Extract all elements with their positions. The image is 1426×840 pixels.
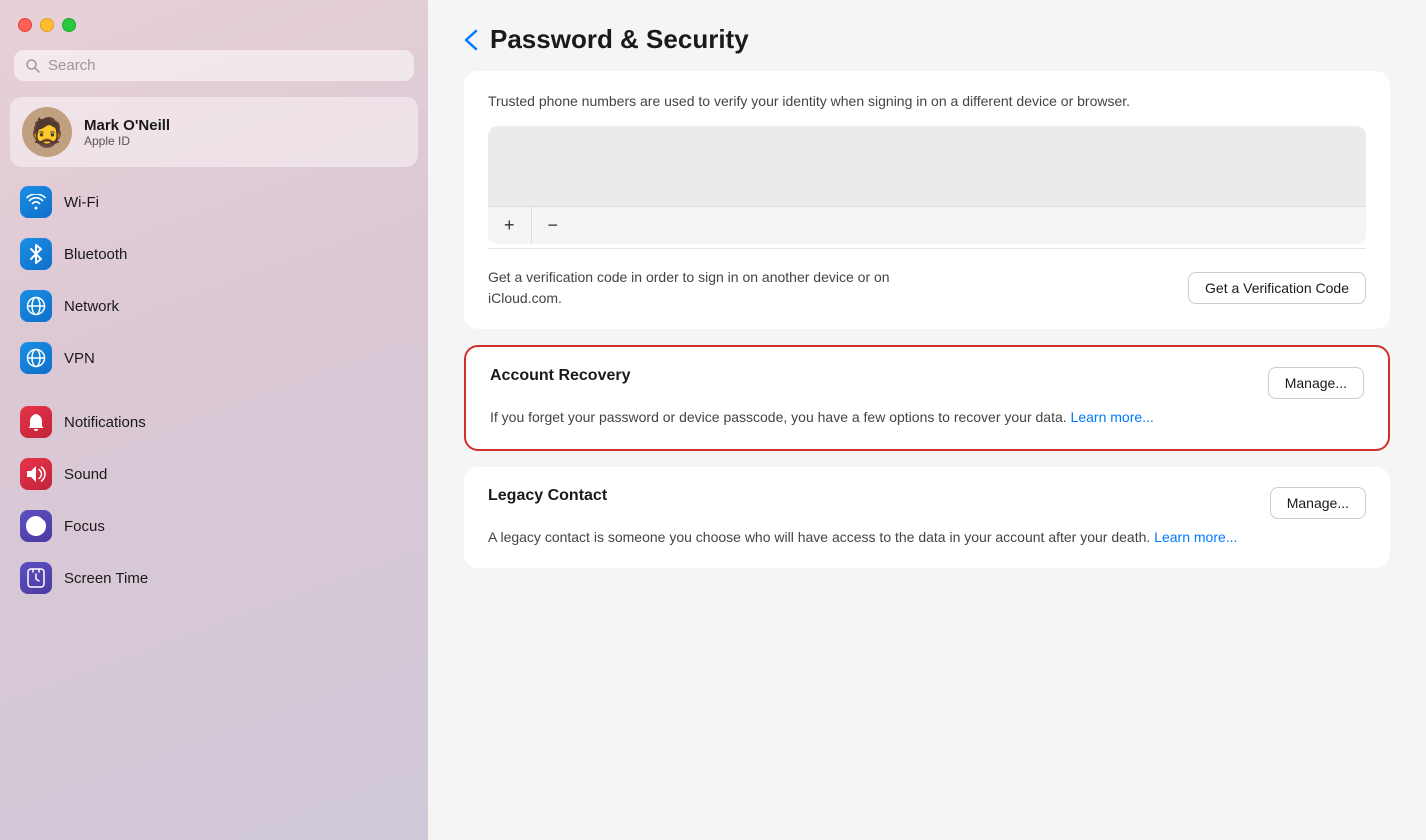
user-subtitle: Apple ID — [84, 134, 170, 148]
sidebar-item-wifi[interactable]: Wi-Fi — [10, 177, 418, 227]
legacy-contact-header: Legacy Contact Manage... — [488, 487, 1366, 519]
screentime-icon — [20, 562, 52, 594]
verification-row: Get a verification code in order to sign… — [488, 248, 1366, 309]
avatar: 🧔 — [22, 107, 72, 157]
user-profile[interactable]: 🧔 Mark O'Neill Apple ID — [10, 97, 418, 167]
sidebar-item-bluetooth-label: Bluetooth — [64, 246, 127, 263]
sidebar-item-network-label: Network — [64, 298, 119, 315]
user-info: Mark O'Neill Apple ID — [84, 117, 170, 148]
sidebar-item-wifi-label: Wi-Fi — [64, 194, 99, 211]
network-icon — [20, 290, 52, 322]
sidebar-list: Wi-Fi Bluetooth Network — [0, 177, 428, 605]
phone-list — [488, 126, 1366, 206]
remove-phone-button[interactable]: − — [532, 207, 575, 244]
main-header: Password & Security — [428, 0, 1426, 71]
account-recovery-header: Account Recovery Manage... — [490, 367, 1364, 399]
content-area: Trusted phone numbers are used to verify… — [428, 71, 1426, 620]
sound-icon — [20, 458, 52, 490]
trusted-phone-section: Trusted phone numbers are used to verify… — [464, 71, 1390, 329]
search-bar[interactable]: Search — [14, 50, 414, 81]
legacy-contact-body: A legacy contact is someone you choose w… — [488, 527, 1366, 549]
account-recovery-section: Account Recovery Manage... If you forget… — [464, 345, 1390, 451]
main-content: Password & Security Trusted phone number… — [428, 0, 1426, 840]
account-recovery-manage-button[interactable]: Manage... — [1268, 367, 1364, 399]
sidebar-item-sound[interactable]: Sound — [10, 449, 418, 499]
sidebar-item-notifications[interactable]: Notifications — [10, 397, 418, 447]
user-name: Mark O'Neill — [84, 117, 170, 134]
search-icon — [26, 59, 40, 73]
sidebar-item-screentime[interactable]: Screen Time — [10, 553, 418, 603]
sidebar: Search 🧔 Mark O'Neill Apple ID Wi-Fi — [0, 0, 428, 840]
account-recovery-learn-more[interactable]: Learn more... — [1071, 409, 1154, 425]
close-button[interactable] — [18, 18, 32, 32]
legacy-contact-manage-button[interactable]: Manage... — [1270, 487, 1366, 519]
sidebar-item-vpn[interactable]: VPN — [10, 333, 418, 383]
sidebar-item-sound-label: Sound — [64, 466, 107, 483]
traffic-lights — [0, 0, 428, 44]
sidebar-item-focus[interactable]: Focus — [10, 501, 418, 551]
sidebar-item-screentime-label: Screen Time — [64, 570, 148, 587]
legacy-contact-title: Legacy Contact — [488, 487, 607, 505]
vpn-icon — [20, 342, 52, 374]
sidebar-item-bluetooth[interactable]: Bluetooth — [10, 229, 418, 279]
account-recovery-title: Account Recovery — [490, 367, 631, 385]
sidebar-item-focus-label: Focus — [64, 518, 105, 535]
search-placeholder: Search — [48, 57, 96, 74]
fullscreen-button[interactable] — [62, 18, 76, 32]
verification-description: Get a verification code in order to sign… — [488, 267, 918, 309]
legacy-contact-learn-more[interactable]: Learn more... — [1154, 529, 1237, 545]
legacy-contact-section: Legacy Contact Manage... A legacy contac… — [464, 467, 1390, 569]
phone-list-container: + − — [488, 126, 1366, 244]
notifications-icon — [20, 406, 52, 438]
wifi-icon — [20, 186, 52, 218]
focus-icon — [20, 510, 52, 542]
phone-list-controls: + − — [488, 206, 1366, 244]
add-phone-button[interactable]: + — [488, 207, 532, 244]
sidebar-item-notifications-label: Notifications — [64, 414, 146, 431]
minimize-button[interactable] — [40, 18, 54, 32]
back-button[interactable] — [464, 29, 478, 51]
sidebar-item-vpn-label: VPN — [64, 350, 95, 367]
trusted-phone-description: Trusted phone numbers are used to verify… — [488, 91, 1366, 112]
page-title: Password & Security — [490, 24, 749, 55]
account-recovery-body: If you forget your password or device pa… — [490, 407, 1364, 429]
sidebar-item-network[interactable]: Network — [10, 281, 418, 331]
get-verification-code-button[interactable]: Get a Verification Code — [1188, 272, 1366, 304]
bluetooth-icon — [20, 238, 52, 270]
